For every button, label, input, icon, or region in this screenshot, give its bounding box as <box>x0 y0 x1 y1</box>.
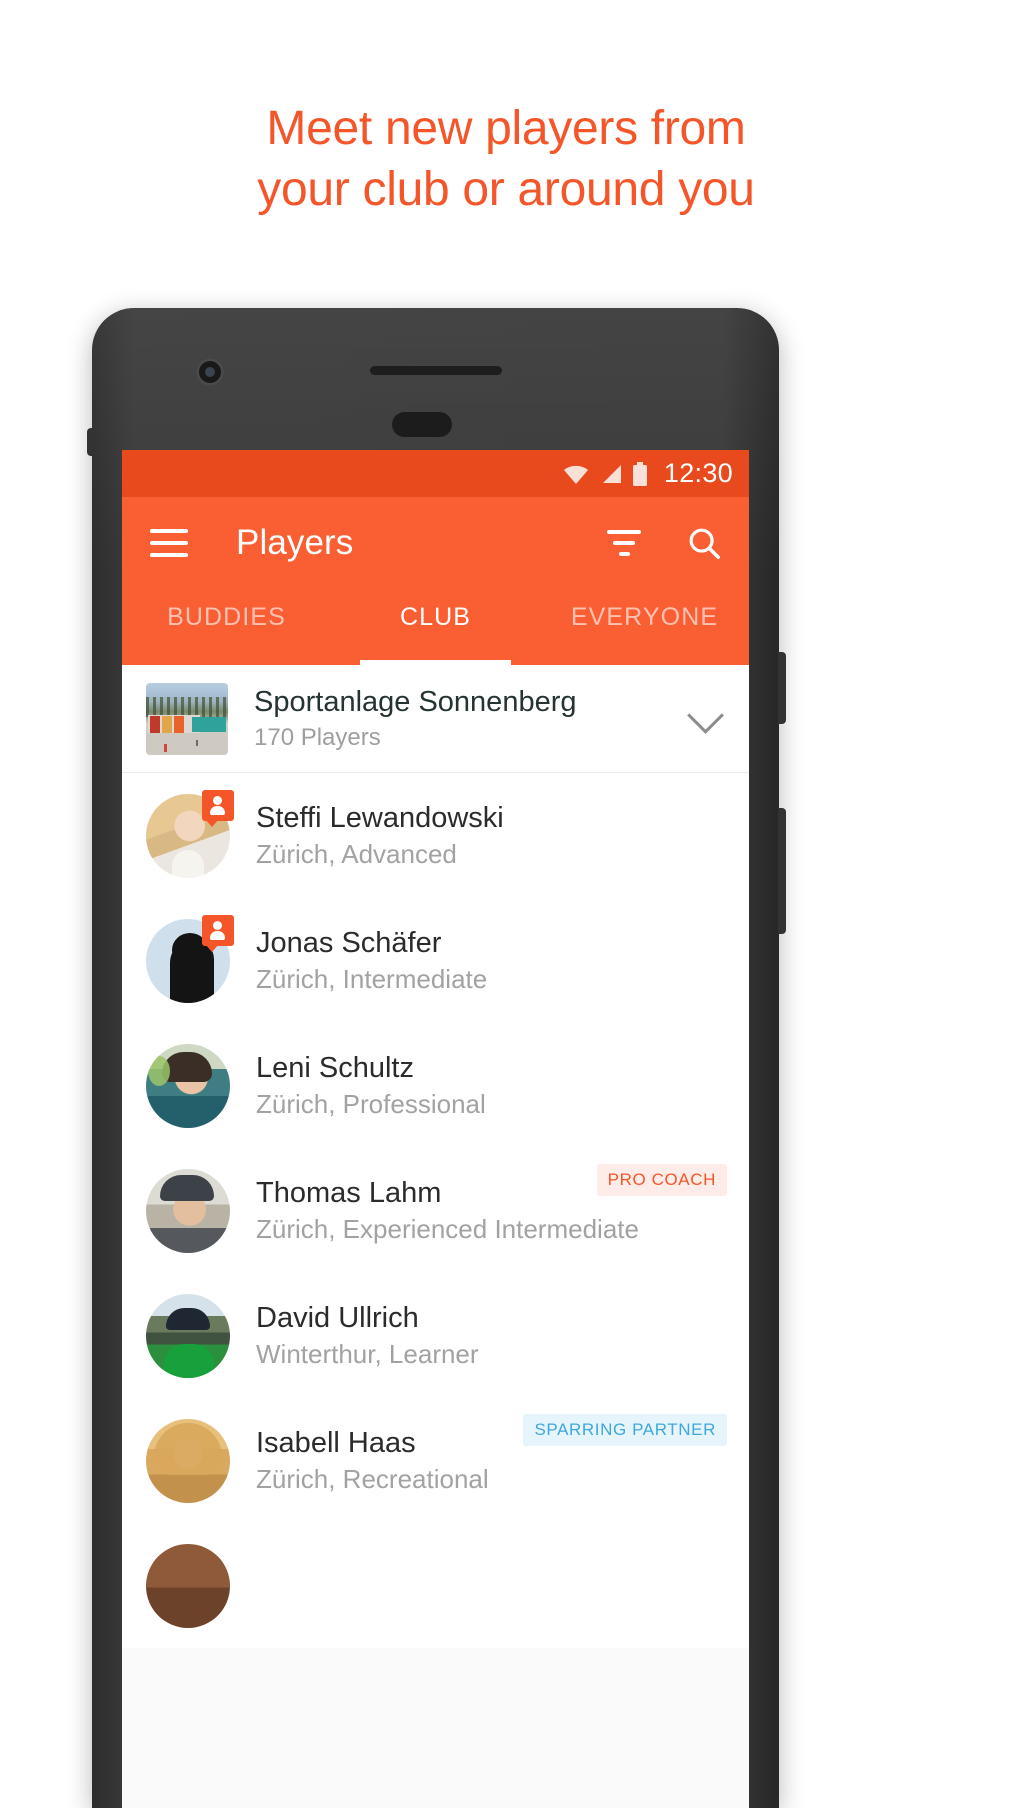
avatar-wrap <box>146 789 234 878</box>
avatar <box>146 1168 230 1253</box>
search-icon[interactable] <box>685 524 723 562</box>
avatar-wrap <box>146 914 234 1003</box>
player-name: David Ullrich <box>256 1301 419 1334</box>
player-name: Leni Schultz <box>256 1051 414 1084</box>
player-row[interactable]: Isabell Haas Zürich, Recreational SPARRI… <box>122 1398 749 1523</box>
player-detail: Zürich, Intermediate <box>256 964 488 995</box>
player-detail: Zürich, Experienced Intermediate <box>256 1214 639 1245</box>
club-name: Sportanlage Sonnenberg <box>254 685 577 718</box>
tab-club[interactable]: CLUB <box>331 589 540 665</box>
player-name: Jonas Schäfer <box>256 926 442 959</box>
phone-mockup: 12:30 Players BUDDIES CLUB EVERYONE Spor… <box>87 308 786 1808</box>
avatar-wrap <box>146 1543 230 1628</box>
tab-everyone[interactable]: EVERYONE <box>540 589 749 665</box>
player-row[interactable]: Jonas Schäfer Zürich, Intermediate <box>122 898 749 1023</box>
avatar <box>146 1543 230 1628</box>
player-detail: Zürich, Professional <box>256 1089 486 1120</box>
power-button[interactable] <box>778 652 786 724</box>
signal-icon <box>602 464 621 483</box>
club-text: Sportanlage Sonnenberg 170 Players <box>254 685 689 753</box>
hamburger-menu-icon[interactable] <box>150 529 188 557</box>
player-text: David Ullrich Winterthur, Learner <box>256 1301 727 1371</box>
headline-line-2: your club or around you <box>257 163 755 217</box>
wifi-icon <box>563 465 588 484</box>
player-detail: Zürich, Advanced <box>256 839 457 870</box>
sensor-nub <box>392 412 452 437</box>
app-bar-title: Players <box>236 523 354 562</box>
status-badge-wrap: PRO COACH <box>596 1164 727 1196</box>
player-detail: Zürich, Recreational <box>256 1464 489 1495</box>
status-badge: PRO COACH <box>596 1164 727 1196</box>
player-row[interactable]: Leni Schultz Zürich, Professional <box>122 1023 749 1148</box>
tab-bar: BUDDIES CLUB EVERYONE <box>122 589 749 665</box>
status-icons <box>562 461 648 486</box>
status-badge-wrap: SPARRING PARTNER <box>523 1414 727 1446</box>
avatar-wrap <box>146 1043 230 1128</box>
app-bar-actions <box>607 524 723 562</box>
phone-screen: 12:30 Players BUDDIES CLUB EVERYONE Spor… <box>122 450 749 1808</box>
player-row[interactable]: Steffi Lewandowski Zürich, Advanced <box>122 773 749 898</box>
club-thumbnail <box>146 682 228 755</box>
volume-button[interactable] <box>778 808 786 934</box>
avatar <box>146 1293 230 1378</box>
person-badge-icon <box>202 914 234 952</box>
headline-line-1: Meet new players from <box>266 102 746 155</box>
tab-buddies[interactable]: BUDDIES <box>122 589 331 665</box>
avatar-wrap <box>146 1293 230 1378</box>
app-bar: Players <box>122 497 749 589</box>
player-text: Leni Schultz Zürich, Professional <box>256 1051 727 1121</box>
avatar <box>146 1043 230 1128</box>
battery-icon <box>632 461 647 486</box>
player-text: Jonas Schäfer Zürich, Intermediate <box>256 926 727 996</box>
person-badge-icon <box>202 789 234 827</box>
avatar-wrap <box>146 1418 230 1503</box>
page-title: Meet new players from your club or aroun… <box>0 98 1012 221</box>
club-member-count: 170 Players <box>254 724 381 752</box>
player-detail: Winterthur, Learner <box>256 1339 479 1370</box>
club-header-row[interactable]: Sportanlage Sonnenberg 170 Players <box>122 665 749 773</box>
status-badge: SPARRING PARTNER <box>523 1414 727 1446</box>
avatar <box>146 1418 230 1503</box>
filter-icon[interactable] <box>607 530 641 556</box>
status-clock: 12:30 <box>663 458 733 488</box>
player-row[interactable]: Thomas Lahm Zürich, Experienced Intermed… <box>122 1148 749 1273</box>
player-row[interactable]: David Ullrich Winterthur, Learner <box>122 1273 749 1398</box>
players-list: Sportanlage Sonnenberg 170 Players Steff… <box>122 665 749 1648</box>
status-bar: 12:30 <box>122 450 749 497</box>
front-camera-icon <box>196 358 224 386</box>
player-text: Steffi Lewandowski Zürich, Advanced <box>256 801 727 871</box>
chevron-down-icon[interactable] <box>687 696 724 734</box>
player-name: Steffi Lewandowski <box>256 801 504 834</box>
earpiece-speaker <box>370 366 502 375</box>
left-bezel-nub <box>87 428 93 456</box>
avatar-wrap <box>146 1168 230 1253</box>
player-row-partial[interactable] <box>122 1523 749 1648</box>
